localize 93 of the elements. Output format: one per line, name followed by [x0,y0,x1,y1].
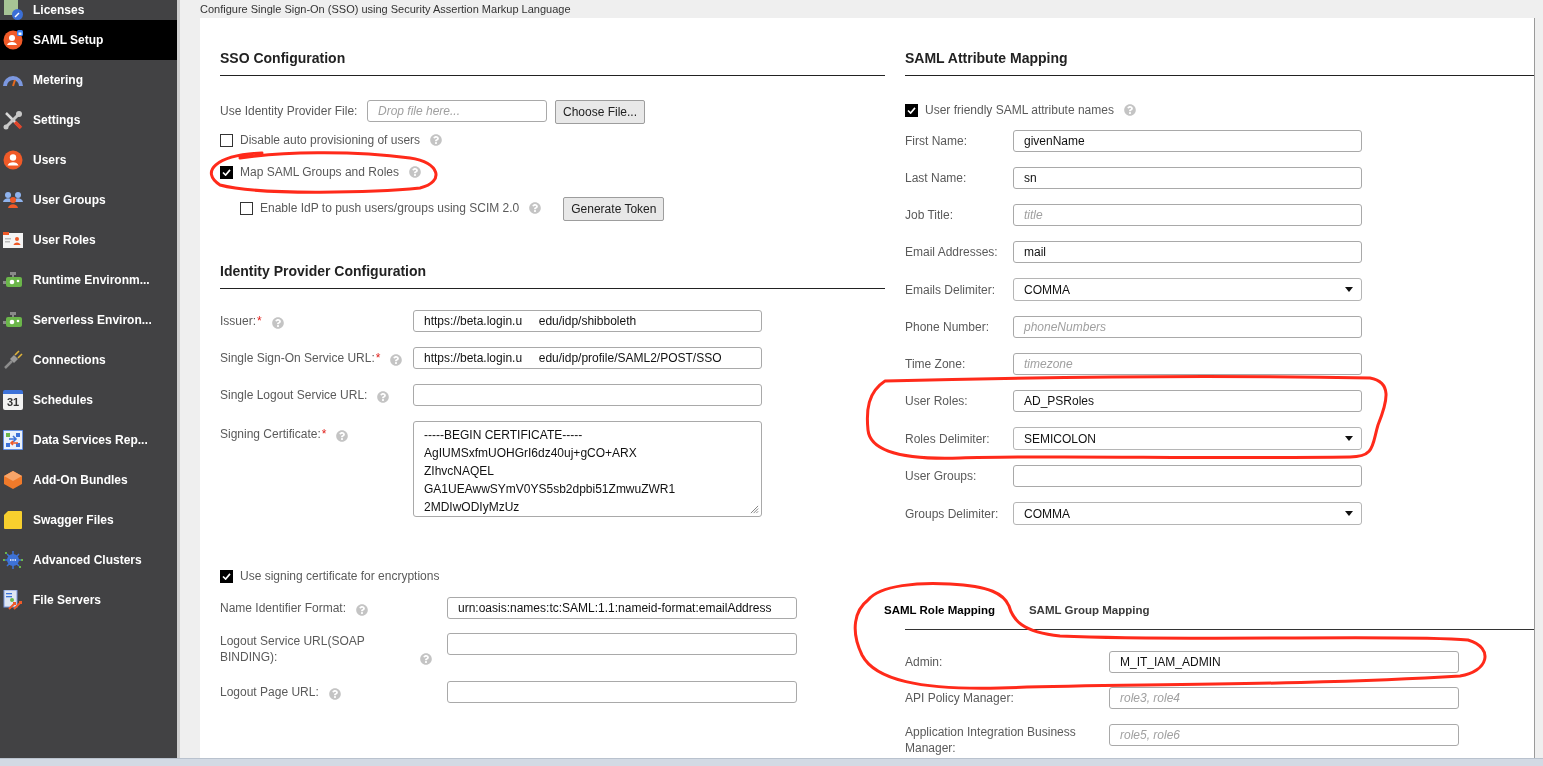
text-field[interactable] [447,681,797,703]
help-icon[interactable] [430,134,443,146]
field-label: User Groups: [905,468,977,484]
text-field[interactable]: sn [1013,167,1362,189]
help-icon[interactable] [356,604,369,616]
field-label: Name Identifier Format: [220,600,347,616]
checkbox-label: Map SAML Groups and Roles [240,164,399,181]
text-field[interactable]: mail [1013,241,1362,263]
dropdown[interactable]: SEMICOLON [1013,427,1362,450]
check-icon [907,106,916,114]
field-label: Emails Delimiter: [905,281,995,298]
field-label: Email Addresses: [905,244,998,260]
text-field[interactable] [447,633,797,655]
field-label: Signing Certificate: [220,426,321,442]
calendar-icon: 31 [3,390,23,410]
help-icon[interactable] [529,202,542,214]
grid-arrows-icon [3,430,23,450]
field-label: Groups Delimiter: [905,505,999,522]
sidebar-item[interactable]: SAML Setup [0,20,177,60]
required-asterisk: * [321,426,327,442]
section-heading: SSO Configuration [220,49,347,68]
help-icon[interactable] [408,166,421,178]
caret-icon [1345,287,1353,292]
help-icon[interactable] [271,317,284,329]
help-icon[interactable] [390,354,403,366]
tools-icon [3,110,23,130]
field-label: Logout Service URL(SOAP BINDING): [220,633,366,665]
required-asterisk: * [375,350,381,366]
checkbox[interactable] [905,103,918,117]
field-label: Issuer: [220,313,256,329]
checkbox-label: Disable auto provisioning of users [240,132,421,149]
field-label: Single Logout Service URL: [220,387,368,403]
checkbox[interactable] [220,133,233,147]
field-label: First Name: [905,133,967,149]
field-label: Logout Page URL: [220,684,319,700]
certificate-textarea[interactable]: -----BEGIN CERTIFICATE----- AgIUMSxfmUOHGrI6dz40uj+gCO+ARX ZIhvcNAQEL GA1UEAwwSYmV0YS5sb2dpbi51ZmwuZWR1 2MDIwODIyMzUz [413,421,762,517]
id-card-icon [3,230,23,250]
dropdown[interactable]: COMMA [1013,278,1362,301]
caret-icon [1345,436,1353,441]
cluster-icon [3,550,23,570]
tab[interactable]: SAML Role Mapping [867,592,1012,629]
user-lock-icon [3,30,23,50]
field-label: Use Identity Provider File: [220,103,359,120]
text-field[interactable]: M_IT_IAM_ADMIN [1109,651,1459,673]
users-icon [3,190,23,210]
section-heading: SAML Attribute Mapping [905,49,1069,68]
plug-icon [3,350,23,370]
field-label: Job Title: [905,207,954,223]
checkbox-label: Enable IdP to push users/groups using SCIM 2.0 [260,200,520,217]
checkbox[interactable] [220,165,233,179]
text-field[interactable]: urn:oasis:names:tc:SAML:1.1:nameid-format:emailAddress [447,597,797,619]
caret-icon [1345,511,1353,516]
text-field[interactable]: https://beta.login.u edu/idp/profile/SAML2/POST/SSO [413,347,762,369]
field-label: Application Integration Business Manager: [905,724,1077,756]
page-subtitle: Configure Single Sign-On (SSO) using Security Assertion Markup Language [200,2,572,16]
help-icon[interactable] [377,391,390,403]
text-field[interactable] [1013,465,1362,487]
section-heading: Identity Provider Configuration [220,262,428,281]
help-icon[interactable] [420,653,432,665]
resize-grip-icon[interactable] [750,505,759,514]
checkbox-label: Use signing certificate for encryptions [240,568,440,585]
field-label: User Roles: [905,393,968,409]
checkbox[interactable] [240,201,253,215]
text-field[interactable] [413,384,762,406]
engine-icon [3,270,23,290]
check-icon [222,168,231,176]
required-asterisk: * [257,313,262,329]
action-button[interactable]: Generate Token [563,196,665,221]
note-icon [3,510,23,530]
user-icon [3,150,23,170]
action-button[interactable]: Choose File... [555,99,646,124]
field-label: Last Name: [905,170,967,186]
field-label: Single Sign-On Service URL: [220,350,375,366]
text-field[interactable]: https://beta.login.u edu/idp/shibboleth [413,310,762,332]
field-label: API Policy Manager: [905,690,1014,706]
text-field[interactable]: givenName [1013,130,1362,152]
file-transfer-icon [3,590,23,610]
checkbox-label: User friendly SAML attribute names [925,102,1114,119]
document-badge-icon [3,0,23,20]
field-label: Phone Number: [905,319,990,335]
field-label: Roles Delimiter: [905,430,990,447]
help-icon[interactable] [1123,104,1136,116]
tab[interactable]: SAML Group Mapping [1011,592,1167,629]
help-icon[interactable] [336,430,349,442]
dropdown[interactable]: COMMA [1013,502,1362,525]
text-field[interactable]: AD_PSRoles [1013,390,1362,412]
field-label: Admin: [905,654,943,670]
cube-icon [3,470,23,490]
field-label: Time Zone: [905,356,966,372]
check-icon [222,572,231,580]
checkbox[interactable] [220,569,233,583]
engine-icon [3,310,23,330]
help-icon[interactable] [328,688,341,700]
